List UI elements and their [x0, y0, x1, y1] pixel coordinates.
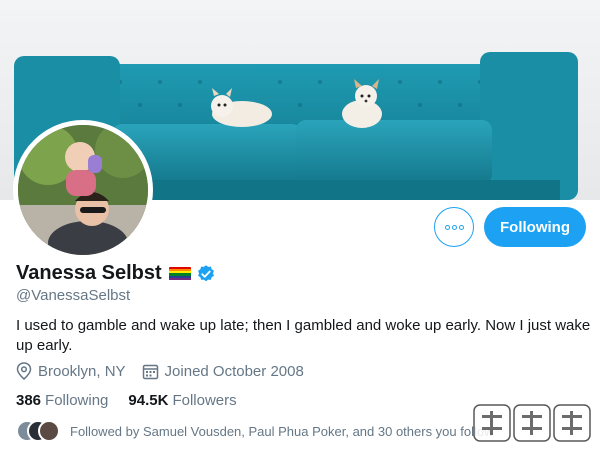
followed-by-row[interactable]: Followed by Samuel Vousden, Paul Phua Po… [16, 420, 494, 442]
more-dot [458, 224, 464, 230]
display-name: Vanessa Selbst [16, 262, 162, 284]
more-dots-icon [444, 224, 450, 230]
following-count: 386 [16, 392, 42, 409]
name-row: Vanessa Selbst [16, 262, 216, 285]
avatar[interactable] [13, 120, 153, 260]
mutual-avatar [38, 420, 60, 442]
more-dot [451, 224, 457, 230]
location-text: Brooklyn, NY [38, 362, 126, 380]
joined-item: Joined October 2008 [142, 363, 304, 380]
following-count-link[interactable]: 386 Following [16, 392, 108, 409]
location-item: Brooklyn, NY [16, 362, 126, 380]
verified-badge-icon [197, 264, 214, 281]
location-pin-icon [16, 362, 32, 380]
mutual-avatars [16, 420, 62, 442]
joined-text: Joined October 2008 [164, 362, 304, 380]
followers-count-link[interactable]: 94.5K Followers [128, 392, 236, 409]
handle: @VanessaSelbst [16, 287, 131, 304]
followers-label: Followers [172, 392, 237, 409]
more-options-button[interactable] [434, 207, 474, 247]
profile-meta: Brooklyn, NY Joined October 2008 [16, 362, 320, 380]
following-button[interactable]: Following [484, 207, 586, 247]
rainbow-flag-icon [168, 266, 191, 281]
watermark-logo [473, 404, 591, 442]
avatar-photo [18, 125, 148, 255]
followed-by-text: Followed by Samuel Vousden, Paul Phua Po… [70, 423, 494, 439]
follow-counts: 386 Following 94.5K Followers [16, 392, 257, 409]
calendar-icon [142, 364, 158, 379]
bio: I used to gamble and wake up late; then … [16, 317, 591, 354]
followers-count: 94.5K [128, 392, 169, 409]
following-label: Following [45, 392, 109, 409]
